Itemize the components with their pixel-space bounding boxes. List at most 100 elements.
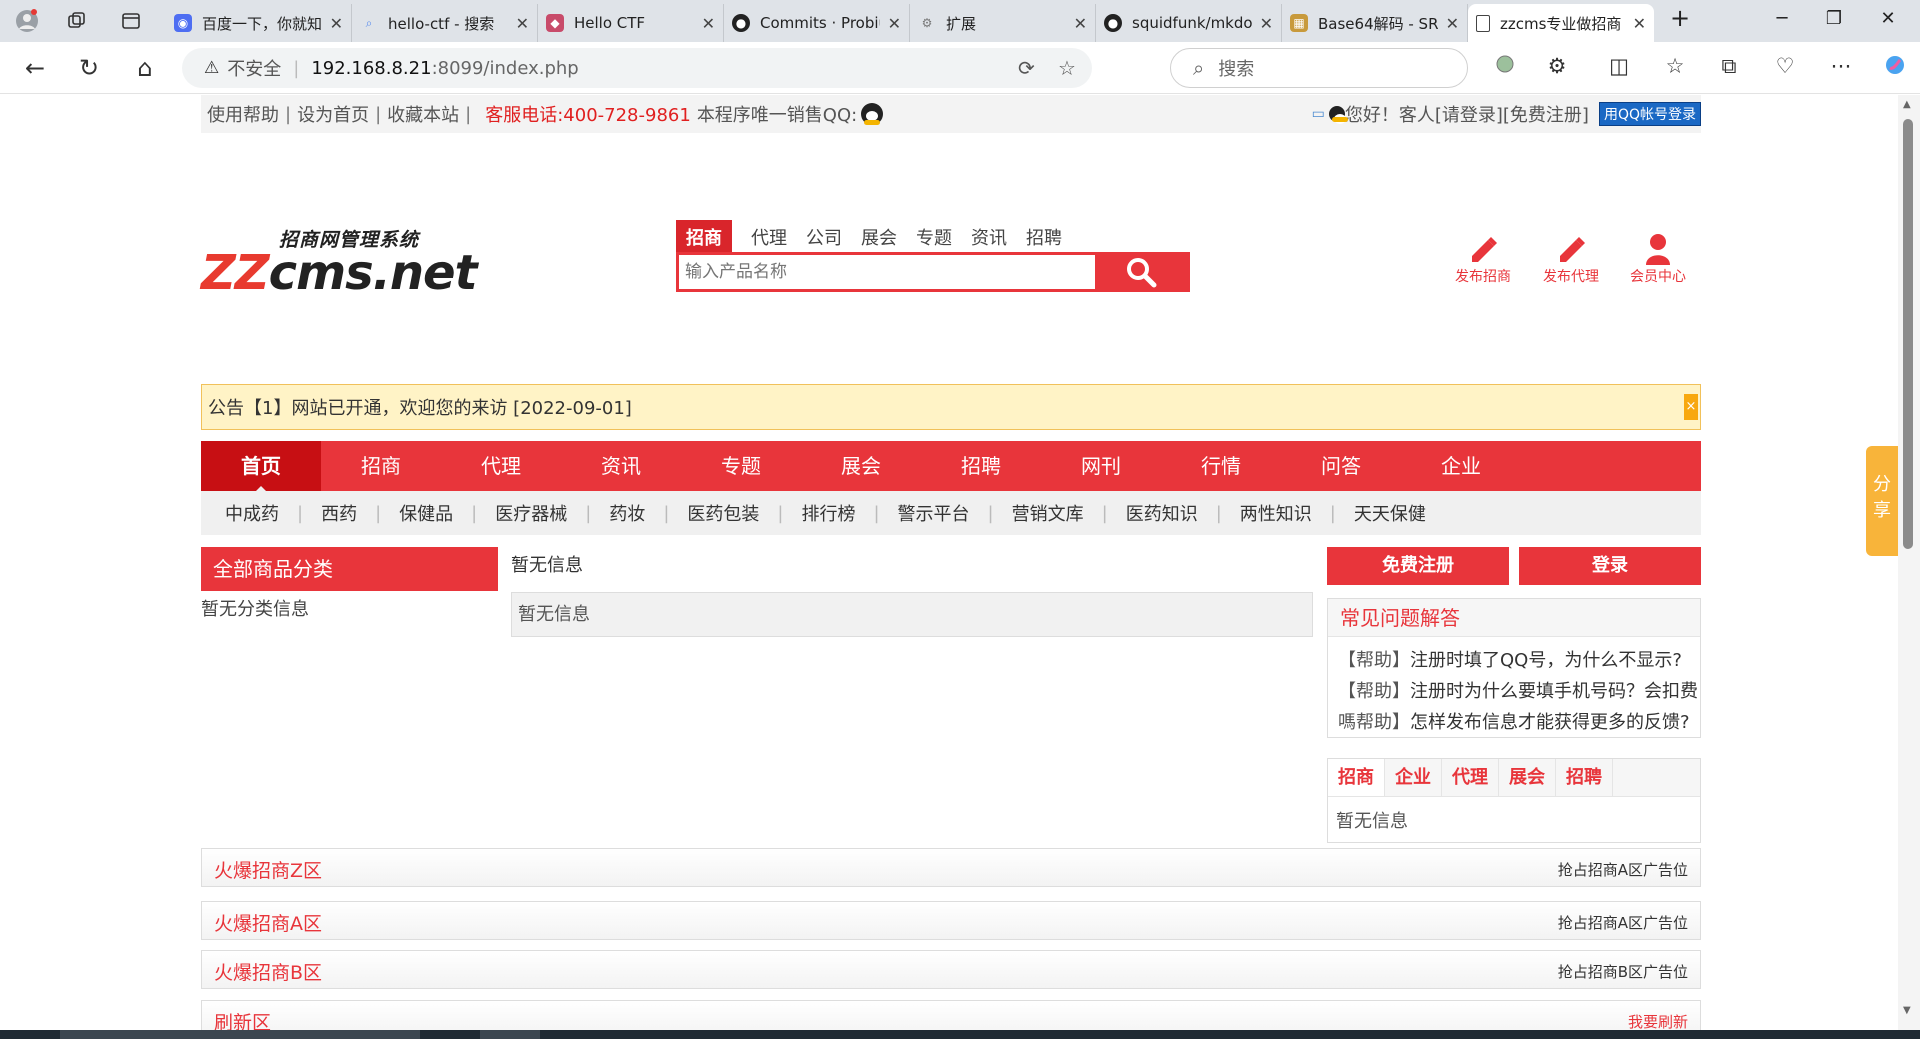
address-bar[interactable]: ⚠ 不安全 | 192.168.8.21 :8099/index.php ⟳ ☆ [182,48,1092,88]
nav-home[interactable]: 首页 [201,441,321,492]
scroll-up-icon[interactable]: ▲ [1903,99,1911,110]
search-tab-zixun[interactable]: 资讯 [971,224,1007,250]
faq-item[interactable]: 【帮助】注册时填了QQ号，为什么不显示? [1328,645,1700,676]
browser-tab[interactable]: ◆ Hello CTF ✕ [538,4,724,42]
search-tab-zhuanti[interactable]: 专题 [916,224,952,250]
taskbar-item[interactable] [60,1030,420,1039]
set-homepage-link[interactable]: 设为首页 [291,101,375,127]
share-button[interactable]: 分 享 [1866,446,1898,556]
favorites-icon[interactable]: ☆ [1660,54,1690,78]
announcement-text[interactable]: 公告【1】网站已开通，欢迎您的来访 [2022-09-01] [208,394,632,420]
search-tab-zhaopin[interactable]: 招聘 [1026,224,1062,250]
search-tab-gongsi[interactable]: 公司 [806,224,842,250]
close-window-icon[interactable]: ✕ [1868,8,1908,29]
nav-zixun[interactable]: 资讯 [561,441,681,491]
publish-zhaoshang-button[interactable]: 发布招商 [1443,232,1523,286]
faq-item[interactable]: 【帮助】注册时为什么要填手机号码？会扣费 [1328,676,1700,707]
faq-item[interactable]: 嗎帮助】怎样发布信息才能获得更多的反馈? [1328,707,1700,738]
info-tab-daili[interactable]: 代理 [1442,759,1499,796]
info-tab-qiye[interactable]: 企业 [1385,759,1442,796]
zone-ad-link[interactable]: 抢占招商A区广告位 [1558,912,1688,933]
zone-title[interactable]: 刷新区 [214,1008,271,1030]
nav-wangkan[interactable]: 网刊 [1041,441,1161,491]
subnav-item[interactable]: 药妆 [603,500,651,526]
collections-icon[interactable]: ⧉ [1714,54,1744,79]
browser-search-box[interactable]: ⌕ 搜索 [1170,48,1468,88]
zone-title[interactable]: 火爆招商Z区 [214,856,322,883]
login-link[interactable]: [请登录] [1435,101,1503,127]
new-tab-icon[interactable]: + [1660,4,1700,32]
free-register-button[interactable]: 免费注册 [1327,547,1509,585]
qq-login-button[interactable]: 用QQ帐号登录 [1598,102,1701,126]
site-logo[interactable]: 招商网管理系统 ZZcms.net [201,225,478,301]
browser-essentials-icon[interactable]: ♡ [1770,54,1800,78]
subnav-item[interactable]: 医疗器械 [489,500,573,526]
member-center-button[interactable]: 会员中心 [1618,232,1698,286]
search-button[interactable] [1095,255,1187,289]
browser-tab[interactable]: ⌕ hello-ctf - 搜索 ✕ [352,4,538,42]
zone-title[interactable]: 火爆招商B区 [214,958,322,985]
copilot-icon[interactable] [1880,54,1910,81]
qq-penguin-icon[interactable] [861,103,884,125]
bookmark-link[interactable]: 收藏本站 [381,101,465,127]
subnav-item[interactable]: 医药知识 [1120,500,1204,526]
close-icon[interactable]: ✕ [516,14,529,33]
nav-hangqing[interactable]: 行情 [1161,441,1281,491]
back-icon[interactable]: ← [20,54,50,82]
nav-zhuanti[interactable]: 专题 [681,441,801,491]
subnav-item[interactable]: 警示平台 [892,500,976,526]
read-aloud-icon[interactable]: ⟳ [1018,56,1035,80]
nav-wenda[interactable]: 问答 [1281,441,1401,491]
scroll-down-icon[interactable]: ▼ [1903,1005,1911,1016]
browser-tab[interactable]: ◉ 百度一下，你就知道 ✕ [166,4,352,42]
browser-tab-active[interactable]: zzcms专业做招商 ✕ [1468,4,1654,42]
browser-tab[interactable]: ▦ Base64解码 - SR ✕ [1282,4,1468,42]
zone-ad-link[interactable]: 抢占招商A区广告位 [1558,859,1688,880]
subnav-item[interactable]: 中成药 [219,500,285,526]
split-screen-icon[interactable]: ◫ [1604,54,1634,78]
profile-icon[interactable] [14,8,40,34]
search-tab-zhaoshang[interactable]: 招商 [676,220,732,254]
info-tab-zhaopin[interactable]: 招聘 [1556,759,1613,796]
close-icon[interactable]: ✕ [330,14,343,33]
search-tab-daili[interactable]: 代理 [751,224,787,250]
nav-zhaoshang[interactable]: 招商 [321,441,441,491]
nav-daili[interactable]: 代理 [441,441,561,491]
close-icon[interactable]: ✕ [1446,14,1459,33]
close-icon[interactable]: ✕ [1633,14,1646,33]
zone-ad-link[interactable]: 抢占招商B区广告位 [1558,961,1688,982]
extension-circle-icon[interactable] [1490,54,1520,79]
subnav-item[interactable]: 营销文库 [1006,500,1090,526]
browser-tab[interactable]: ● squidfunk/mkdocs ✕ [1096,4,1282,42]
more-icon[interactable]: ⋯ [1826,54,1856,78]
browser-tab[interactable]: ● Commits · Probius ✕ [724,4,910,42]
register-link[interactable]: [免费注册] [1503,101,1589,127]
vertical-scrollbar[interactable]: ▲ ▼ [1898,95,1920,1030]
nav-zhaopin[interactable]: 招聘 [921,441,1041,491]
subnav-item[interactable]: 两性知识 [1234,500,1318,526]
refresh-icon[interactable]: ↻ [74,54,104,82]
help-link[interactable]: 使用帮助 [201,101,285,127]
zone-title[interactable]: 火爆招商A区 [214,909,322,936]
subnav-item[interactable]: 西药 [315,500,363,526]
minimize-icon[interactable]: ─ [1762,8,1802,29]
product-search-input[interactable] [679,255,1095,289]
refresh-link[interactable]: 我要刷新 [1628,1011,1688,1030]
home-icon[interactable]: ⌂ [130,54,160,82]
close-icon[interactable]: ✕ [888,14,901,33]
search-tab-zhanhui[interactable]: 展会 [861,224,897,250]
scrollbar-thumb[interactable] [1903,119,1913,549]
nav-qiye[interactable]: 企业 [1401,441,1521,491]
workspaces-icon[interactable] [64,8,90,34]
restore-icon[interactable]: ❐ [1814,8,1854,29]
favorite-star-icon[interactable]: ☆ [1058,56,1076,80]
subnav-item[interactable]: 保健品 [393,500,459,526]
vertical-tabs-icon[interactable] [118,8,144,34]
publish-daili-button[interactable]: 发布代理 [1531,232,1611,286]
subnav-item[interactable]: 天天保健 [1348,500,1432,526]
taskbar-item[interactable] [480,1030,540,1039]
extensions-icon[interactable]: ⚙ [1542,54,1572,78]
close-icon[interactable]: × [1684,394,1698,420]
nav-zhanhui[interactable]: 展会 [801,441,921,491]
close-icon[interactable]: ✕ [1260,14,1273,33]
